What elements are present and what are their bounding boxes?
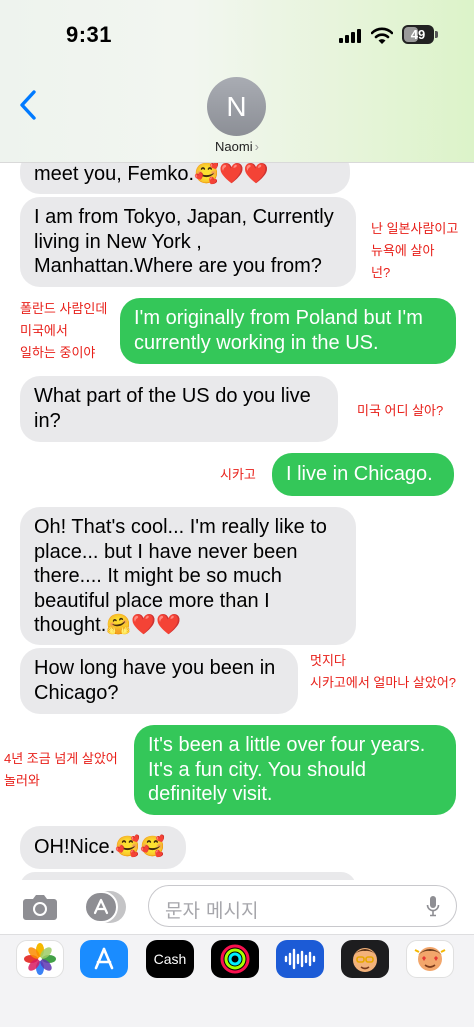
- battery-icon: 49: [402, 25, 438, 44]
- memoji-stickers-icon[interactable]: [406, 940, 454, 978]
- message-text: meet you, Femko.🥰❤️❤️: [34, 163, 269, 185]
- outgoing-message-bubble[interactable]: I'm originally from Poland but I'm curre…: [120, 298, 456, 364]
- message-text: I'm originally from Poland but I'm curre…: [134, 307, 423, 354]
- battery-level: 49: [410, 27, 426, 42]
- chevron-right-icon: ›: [254, 139, 259, 154]
- apple-cash-icon[interactable]: Cash: [146, 940, 194, 978]
- photos-icon[interactable]: [16, 940, 64, 978]
- contact-name: Naomi: [215, 139, 253, 154]
- contact-name-button[interactable]: Naomi ›: [0, 139, 474, 154]
- camera-icon[interactable]: [22, 893, 58, 921]
- message-text: Oh! That's cool... I'm really like to pl…: [34, 516, 327, 636]
- memoji-icon[interactable]: [341, 940, 389, 978]
- annotation-note: 난 일본사람이고 뉴욕에 살아 넌?: [371, 221, 459, 280]
- annotation-note: 4년 조금 넘게 살았어 놀러와: [4, 751, 118, 788]
- message-text: OH!Nice.🥰🥰: [34, 836, 165, 858]
- message-input-placeholder: 문자 메시지: [165, 900, 259, 922]
- message-text: It's been a little over four years. It's…: [148, 734, 426, 805]
- fitness-icon[interactable]: [211, 940, 259, 978]
- conversation-header: 9:31 49 N Naomi ›: [0, 0, 474, 163]
- incoming-message-bubble[interactable]: How long have you been in Chicago?: [20, 648, 298, 714]
- status-time: 9:31: [66, 22, 113, 47]
- audio-message-icon[interactable]: [276, 940, 324, 978]
- annotation-note: 미국 어디 살아?: [357, 403, 444, 418]
- avatar-initial: N: [226, 90, 247, 122]
- incoming-message-bubble[interactable]: I am from Tokyo, Japan, Currently living…: [20, 197, 356, 287]
- apple-cash-label: Cash: [153, 951, 187, 967]
- contact-avatar[interactable]: N: [207, 77, 266, 136]
- apps-button[interactable]: [84, 891, 128, 923]
- annotation-note: 멋지다 시카고에서 얼마나 살았어?: [310, 653, 457, 690]
- app-store-small-icon: [84, 891, 118, 923]
- microphone-icon[interactable]: [426, 895, 440, 917]
- wifi-icon: [371, 27, 393, 44]
- message-text: I am from Tokyo, Japan, Currently living…: [34, 206, 334, 277]
- outgoing-message-bubble[interactable]: I live in Chicago.: [272, 453, 454, 496]
- outgoing-message-bubble[interactable]: It's been a little over four years. It's…: [134, 725, 456, 815]
- annotation-note: 시카고: [220, 467, 256, 482]
- message-input[interactable]: 문자 메시지: [148, 885, 457, 927]
- annotation-note: 폴란드 사람인데 미국에서 일하는 중이야: [20, 301, 108, 360]
- incoming-message-bubble[interactable]: OH!Nice.🥰🥰: [20, 826, 186, 869]
- message-text: How long have you been in Chicago?: [34, 657, 276, 704]
- message-text: I live in Chicago.: [286, 463, 433, 485]
- back-chevron-icon[interactable]: [16, 88, 42, 122]
- cellular-signal-icon: [339, 29, 363, 43]
- incoming-message-bubble[interactable]: Oh! That's cool... I'm really like to pl…: [20, 507, 356, 645]
- incoming-message-bubble[interactable]: What part of the US do you live in?: [20, 376, 338, 442]
- app-store-icon[interactable]: [80, 940, 128, 978]
- message-text: What part of the US do you live in?: [34, 385, 311, 432]
